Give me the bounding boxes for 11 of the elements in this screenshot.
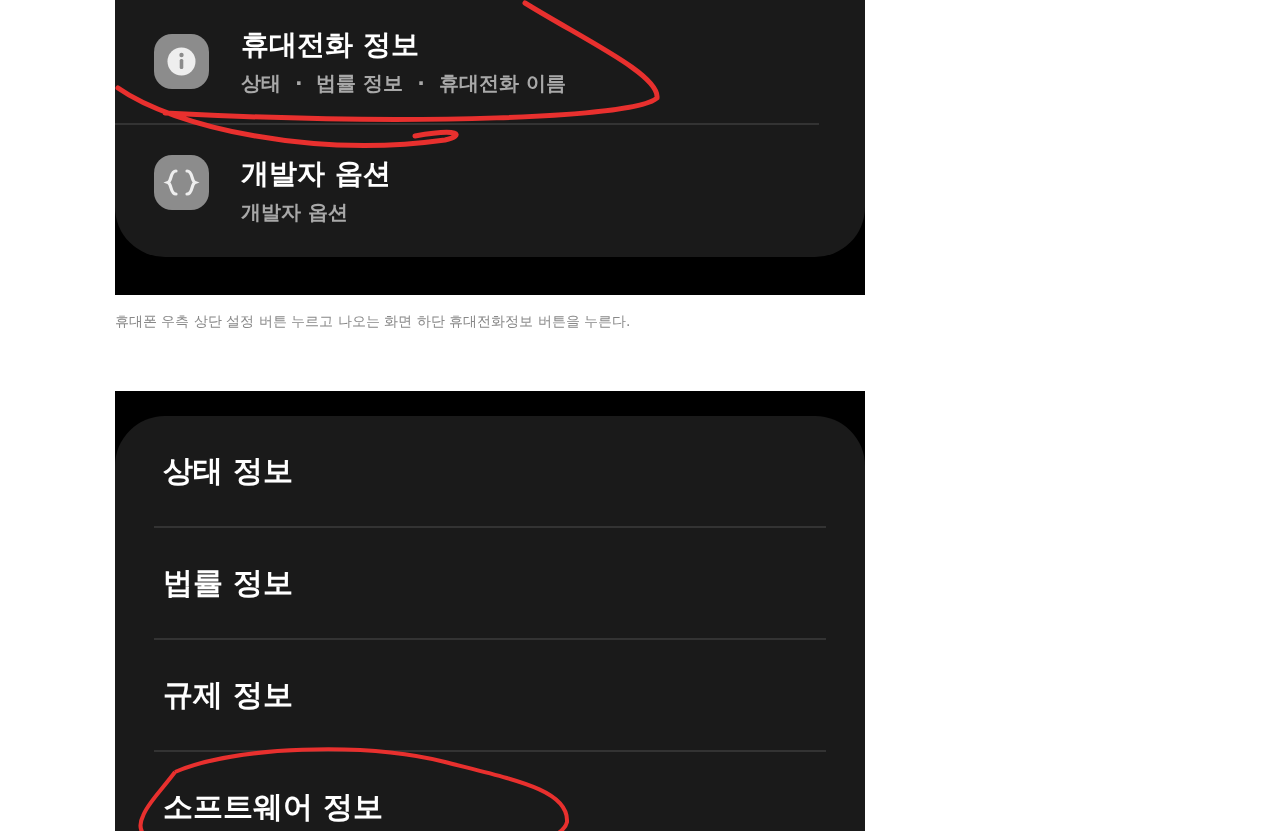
info-icon xyxy=(154,34,209,89)
menu-title: 소프트웨어 정보 xyxy=(163,787,384,826)
menu-subtitle: 상태 · 법률 정보 · 휴대전화 이름 xyxy=(241,70,566,97)
menu-title: 법률 정보 xyxy=(163,563,294,602)
menu-title: 휴대전화 정보 xyxy=(241,27,420,63)
image-caption: 휴대폰 우측 상단 설정 버튼 누르고 나오는 화면 하단 휴대전화정보 버튼을 누른다. xyxy=(115,313,632,331)
menu-title: 규제 정보 xyxy=(163,675,294,714)
braces-icon xyxy=(154,155,209,210)
menu-title: 개발자 옵션 xyxy=(241,156,391,192)
menu-title: 상태 정보 xyxy=(163,451,294,490)
menu-subtitle: 개발자 옵션 xyxy=(241,199,349,226)
